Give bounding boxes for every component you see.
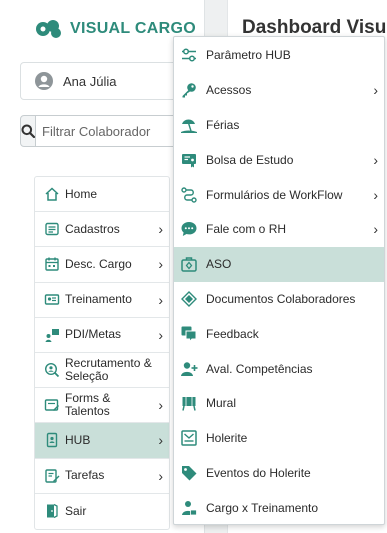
chevron-right-icon: › <box>158 291 163 308</box>
sidebar-item-label: Desc. Cargo <box>65 256 132 271</box>
brand-logo[interactable]: VISUAL CARGO <box>34 17 196 41</box>
menu-item-documentos-colaboradores[interactable]: Documentos Colaboradores <box>174 282 384 317</box>
sidebar-item-desc-cargo[interactable]: Desc. Cargo › <box>35 247 169 283</box>
menu-item-label: Feedback <box>206 326 259 341</box>
sidebar-item-label: Treinamento <box>65 292 132 307</box>
sidebar-item-label: Cadastros <box>65 221 120 236</box>
sidebar-item-sair[interactable]: Sair <box>35 494 169 529</box>
sidebar-item-label: HUB <box>65 432 91 447</box>
menu-item-aso[interactable]: ASO <box>174 246 384 282</box>
menu-item-holerite[interactable]: Holerite <box>174 421 384 456</box>
sidebar-item-label: PDI/Metas <box>65 327 122 342</box>
feedback-icon <box>179 324 199 344</box>
beach-icon <box>179 115 199 135</box>
chevron-right-icon: › <box>158 256 163 273</box>
sidebar-item-forms-talentos[interactable]: Forms & Talentos › <box>35 388 169 424</box>
chevron-right-icon: › <box>158 432 163 449</box>
menu-item-fale-com-rh[interactable]: Fale com o RH › <box>174 212 384 247</box>
sidebar-item-treinamento[interactable]: Treinamento › <box>35 283 169 318</box>
menu-item-label: Formulários de WorkFlow <box>206 187 343 202</box>
list-icon <box>43 220 61 238</box>
chevron-right-icon: › <box>373 186 378 203</box>
chevron-right-icon: › <box>158 326 163 343</box>
menu-item-eventos-holerite[interactable]: Eventos do Holerite <box>174 456 384 491</box>
sidebar-item-label: Tarefas <box>65 468 105 483</box>
sidebar-nav: Home Cadastros › Desc. Cargo › Treinamen… <box>34 176 170 530</box>
home-icon <box>43 185 61 203</box>
chevron-right-icon: › <box>373 221 378 238</box>
menu-item-label: Holerite <box>206 431 248 446</box>
hub-icon <box>43 431 61 449</box>
calendar-icon <box>43 255 61 273</box>
presentation-icon <box>43 291 61 309</box>
sidebar-item-label: Sair <box>65 503 87 518</box>
chat-icon <box>179 219 199 239</box>
menu-item-parametro-hub[interactable]: Parâmetro HUB <box>174 38 384 73</box>
menu-item-label: Mural <box>206 396 237 411</box>
sidebar-item-cadastros[interactable]: Cadastros › <box>35 212 169 248</box>
key-icon <box>179 80 199 100</box>
logout-icon <box>43 502 61 520</box>
board-icon <box>179 393 199 413</box>
avatar-icon <box>35 72 53 90</box>
form-icon <box>43 396 61 414</box>
menu-item-feedback[interactable]: Feedback <box>174 316 384 351</box>
menu-item-bolsa-de-estudo[interactable]: Bolsa de Estudo › <box>174 142 384 177</box>
workflow-icon <box>179 185 199 205</box>
menu-item-label: Documentos Colaboradores <box>206 291 356 306</box>
sidebar-item-label: Recrutamento & Seleção <box>65 356 152 384</box>
menu-item-label: Férias <box>206 117 240 132</box>
sidebar-item-hub[interactable]: HUB › <box>35 423 169 459</box>
sidebar-item-label: Forms & Talentos <box>65 391 111 419</box>
chevron-right-icon: › <box>158 467 163 484</box>
menu-item-label: Bolsa de Estudo <box>206 152 294 167</box>
payslip-icon <box>179 428 199 448</box>
menu-item-aval-competencias[interactable]: Aval. Competências <box>174 351 384 386</box>
sidebar-item-pdi-metas[interactable]: PDI/Metas › <box>35 318 169 353</box>
menu-item-label: Cargo x Treinamento <box>206 500 319 515</box>
tasks-icon <box>43 467 61 485</box>
sidebar-item-recrutamento[interactable]: Recrutamento & Seleção <box>35 353 169 389</box>
search-icon <box>21 124 35 138</box>
menu-item-label: Fale com o RH <box>206 222 287 237</box>
sidebar-item-home[interactable]: Home <box>35 177 169 213</box>
study-icon <box>179 150 199 170</box>
menu-item-formularios-workflow[interactable]: Formulários de WorkFlow › <box>174 177 384 212</box>
logo-icon <box>34 18 64 40</box>
chevron-right-icon: › <box>373 151 378 168</box>
user-training-icon <box>179 498 199 518</box>
goals-icon <box>43 326 61 344</box>
menu-item-label: ASO <box>206 257 232 272</box>
search-person-icon <box>43 361 61 379</box>
tag-icon <box>179 463 199 483</box>
documents-icon <box>179 289 199 309</box>
menu-item-label: Eventos do Holerite <box>206 465 311 480</box>
sliders-icon <box>179 45 199 65</box>
medical-box-icon <box>179 254 199 274</box>
menu-item-label: Parâmetro HUB <box>206 48 291 63</box>
evaluation-icon <box>179 359 199 379</box>
sidebar-item-tarefas[interactable]: Tarefas › <box>35 459 169 494</box>
menu-item-ferias[interactable]: Férias <box>174 108 384 143</box>
chevron-right-icon: › <box>373 82 378 99</box>
chevron-right-icon: › <box>158 221 163 238</box>
menu-item-label: Aval. Competências <box>206 361 313 376</box>
hub-dropdown-menu: Parâmetro HUB Acessos › Férias Bolsa de … <box>173 36 385 525</box>
menu-item-mural[interactable]: Mural <box>174 386 384 421</box>
user-name: Ana Júlia <box>63 73 117 89</box>
sidebar-item-label: Home <box>65 186 98 201</box>
menu-item-label: Acessos <box>206 83 252 98</box>
menu-item-cargo-treinamento[interactable]: Cargo x Treinamento <box>174 490 384 525</box>
search-button[interactable] <box>20 115 36 147</box>
menu-item-acessos[interactable]: Acessos › <box>174 73 384 108</box>
chevron-right-icon: › <box>158 397 163 414</box>
